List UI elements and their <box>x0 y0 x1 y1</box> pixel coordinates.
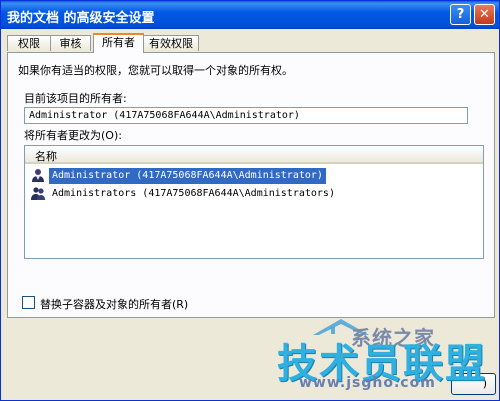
current-owner-field: Administrator (417A75068FA644A\Administr… <box>24 107 468 124</box>
list-item-label: Administrators (417A75068FA644A\Administ… <box>52 188 335 199</box>
title-bar[interactable]: 我的文档 的高级安全设置 ? ✕ <box>1 1 499 29</box>
list-column-header[interactable]: 名称 <box>25 146 483 164</box>
change-owner-label: 将所有者更改为(O): <box>24 129 122 142</box>
replace-owner-label: 替换子容器及对象的所有者(R) <box>40 298 189 311</box>
owner-intro-text: 如果你有适当的权限，您就可以取得一个对象的所有权。 <box>18 64 293 77</box>
close-button[interactable]: ✕ <box>474 4 495 25</box>
help-button[interactable]: ? <box>450 4 471 25</box>
tab-owner[interactable]: 所有者 <box>93 33 144 53</box>
tab-auditing[interactable]: 审核 <box>50 35 91 51</box>
column-name-label: 名称 <box>35 150 57 163</box>
list-item-label: Administrator (417A75068FA644A\Administr… <box>49 168 326 184</box>
window-title: 我的文档 的高级安全设置 <box>7 11 155 26</box>
owner-candidates-list[interactable]: 名称 Administrator (417A75068FA644A\Admini… <box>24 145 484 259</box>
tab-permissions[interactable]: 权限 <box>7 35 51 51</box>
tab-effective-permissions[interactable]: 有效权限 <box>143 35 199 51</box>
watermark-url: www.jsgho.com <box>299 375 436 391</box>
replace-owner-checkbox[interactable] <box>22 296 35 309</box>
security-settings-window: 我的文档 的高级安全设置 ? ✕ 权限 审核 所有者 有效权限 如果你有适当的权… <box>0 0 500 401</box>
current-owner-label: 目前该项目的所有者: <box>24 92 127 105</box>
group-icon <box>31 187 45 200</box>
user-icon <box>32 169 44 182</box>
owner-tab-panel: 如果你有适当的权限，您就可以取得一个对象的所有权。 目前该项目的所有者: Adm… <box>7 52 495 318</box>
